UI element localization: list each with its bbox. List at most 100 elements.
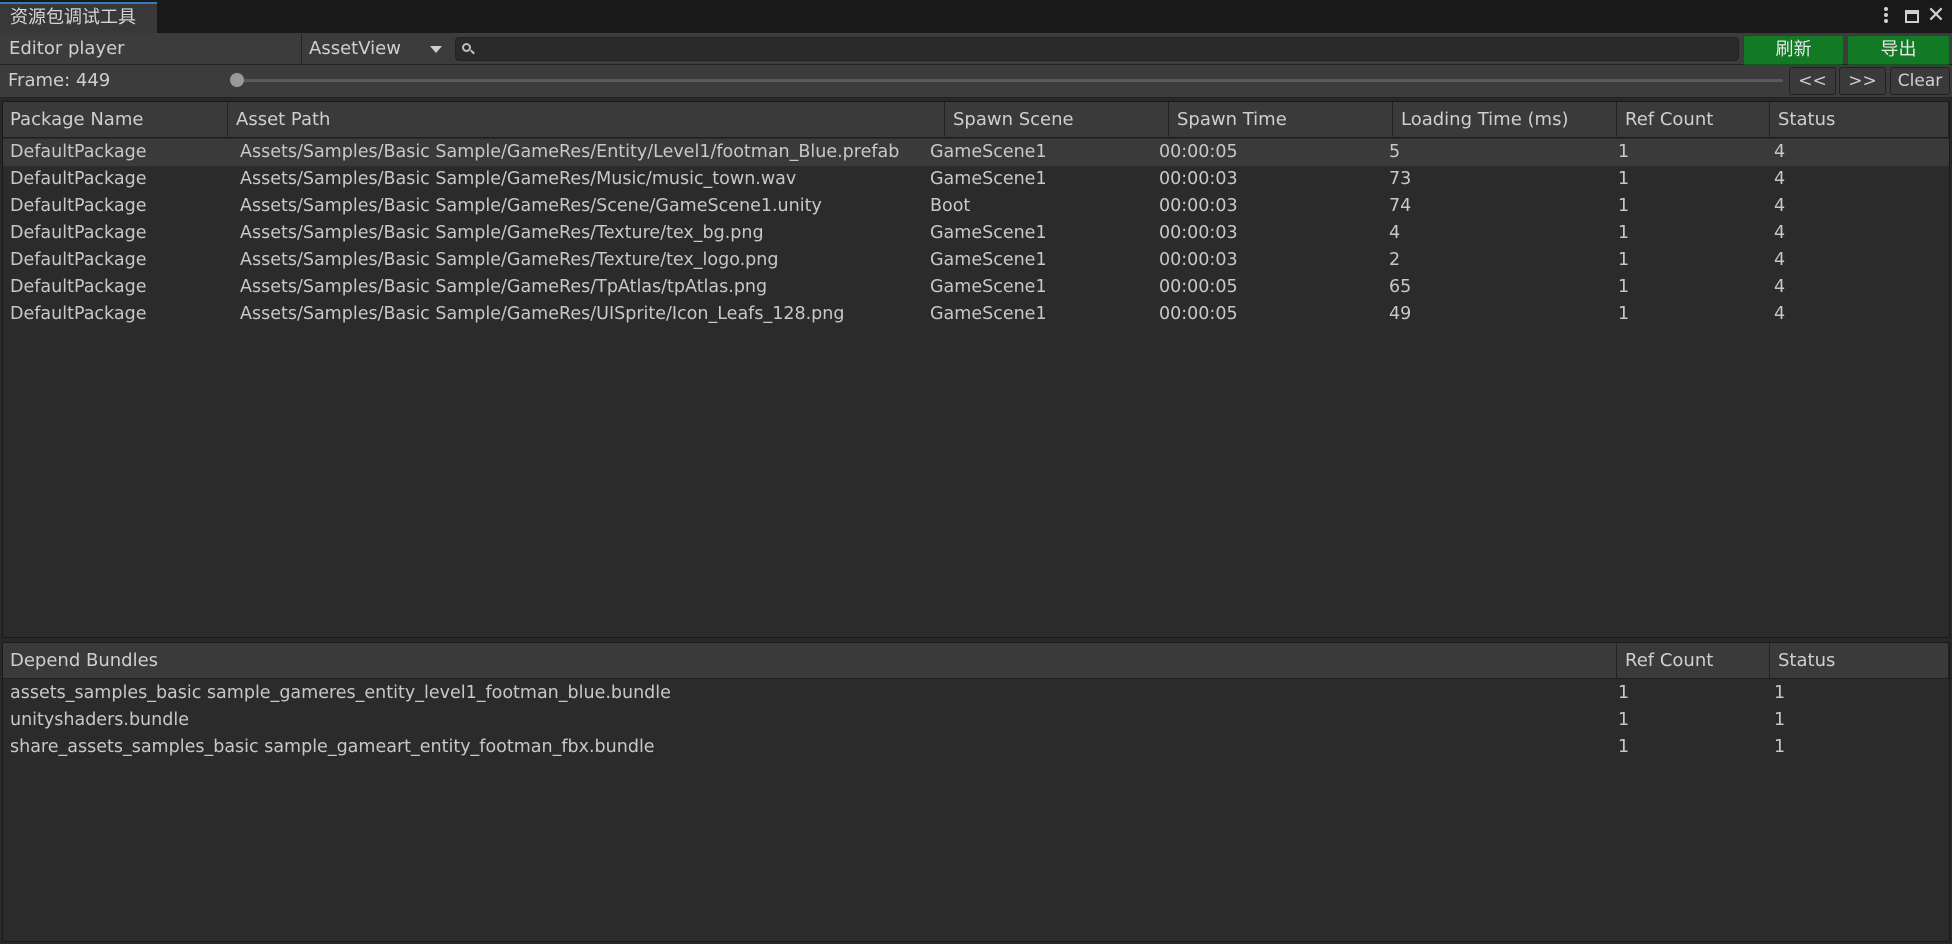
package-name-cell: DefaultPackage [10, 169, 147, 189]
column-ref-count[interactable]: Ref Count [1618, 102, 1770, 138]
spawn-time-cell: 00:00:03 [1159, 196, 1238, 216]
spawn-scene-cell: Boot [930, 196, 971, 216]
status-cell: 4 [1774, 142, 1786, 162]
ref-count-cell: 1 [1618, 223, 1630, 243]
bundle-name-cell: unityshaders.bundle [10, 710, 189, 730]
search-field[interactable] [455, 37, 1739, 61]
search-icon [462, 43, 471, 52]
column-status[interactable]: Status [1771, 102, 1949, 138]
export-button[interactable]: 导出 [1847, 35, 1950, 65]
chevron-down-icon [430, 46, 442, 53]
window-tab[interactable]: 资源包调试工具 [0, 2, 157, 33]
table-row[interactable]: DefaultPackage Assets/Samples/Basic Samp… [3, 139, 1949, 166]
loading-time-cell: 65 [1389, 277, 1412, 297]
frame-slider-handle[interactable] [230, 73, 244, 87]
loading-time-cell: 5 [1389, 142, 1401, 162]
column-ref-count[interactable]: Ref Count [1618, 643, 1770, 679]
spawn-scene-cell: GameScene1 [930, 223, 1047, 243]
bundle-name-cell: assets_samples_basic sample_gameres_enti… [10, 683, 671, 703]
status-cell: 1 [1774, 710, 1786, 730]
asset-path-cell: Assets/Samples/Basic Sample/GameRes/Text… [240, 250, 779, 270]
table-row[interactable]: DefaultPackage Assets/Samples/Basic Samp… [3, 220, 1949, 247]
asset-table: Package Name Asset Path Spawn Scene Spaw… [2, 101, 1950, 638]
column-asset-path[interactable]: Asset Path [229, 102, 945, 138]
table-row[interactable]: DefaultPackage Assets/Samples/Basic Samp… [3, 301, 1949, 328]
next-frame-button[interactable]: >> [1839, 67, 1886, 95]
spawn-time-cell: 00:00:05 [1159, 304, 1238, 324]
ref-count-cell: 1 [1618, 250, 1630, 270]
ref-count-cell: 1 [1618, 737, 1630, 757]
spawn-scene-cell: GameScene1 [930, 169, 1047, 189]
main-toolbar: Editor player AssetView 刷新 导出 [0, 33, 1952, 65]
search-input[interactable] [478, 38, 1733, 60]
spawn-time-cell: 00:00:05 [1159, 142, 1238, 162]
asset-table-header: Package Name Asset Path Spawn Scene Spaw… [3, 102, 1949, 138]
bundle-name-cell: share_assets_samples_basic sample_gamear… [10, 737, 655, 757]
spawn-scene-cell: GameScene1 [930, 304, 1047, 324]
spawn-scene-cell: GameScene1 [930, 142, 1047, 162]
ref-count-cell: 1 [1618, 683, 1630, 703]
view-mode-value: AssetView [309, 38, 401, 59]
package-name-cell: DefaultPackage [10, 304, 147, 324]
ref-count-cell: 1 [1618, 304, 1630, 324]
close-icon[interactable]: ✕ [1926, 5, 1946, 27]
package-name-cell: DefaultPackage [10, 223, 147, 243]
table-row[interactable]: assets_samples_basic sample_gameres_enti… [3, 680, 1949, 707]
bundles-table-header: Depend Bundles Ref Count Status [3, 643, 1949, 679]
column-spawn-time[interactable]: Spawn Time [1170, 102, 1393, 138]
table-row[interactable]: DefaultPackage Assets/Samples/Basic Samp… [3, 274, 1949, 301]
clear-button[interactable]: Clear [1890, 67, 1950, 95]
spawn-time-cell: 00:00:03 [1159, 169, 1238, 189]
view-mode-dropdown[interactable]: AssetView [301, 34, 451, 64]
column-loading-time[interactable]: Loading Time (ms) [1394, 102, 1617, 138]
refresh-button[interactable]: 刷新 [1743, 35, 1844, 65]
status-cell: 4 [1774, 196, 1786, 216]
status-cell: 1 [1774, 737, 1786, 757]
status-cell: 4 [1774, 250, 1786, 270]
loading-time-cell: 2 [1389, 250, 1401, 270]
package-name-cell: DefaultPackage [10, 277, 147, 297]
ref-count-cell: 1 [1618, 710, 1630, 730]
package-name-cell: DefaultPackage [10, 196, 147, 216]
asset-path-cell: Assets/Samples/Basic Sample/GameRes/UISp… [240, 304, 845, 324]
asset-path-cell: Assets/Samples/Basic Sample/GameRes/Musi… [240, 169, 797, 189]
ref-count-cell: 1 [1618, 277, 1630, 297]
previous-frame-button[interactable]: << [1789, 67, 1836, 95]
spawn-time-cell: 00:00:03 [1159, 250, 1238, 270]
asset-path-cell: Assets/Samples/Basic Sample/GameRes/Scen… [240, 196, 822, 216]
package-name-cell: DefaultPackage [10, 142, 147, 162]
frame-slider-track[interactable] [237, 79, 1783, 82]
asset-path-cell: Assets/Samples/Basic Sample/GameRes/Text… [240, 223, 764, 243]
frame-label: Frame: 449 [8, 70, 111, 91]
tab-bar: 资源包调试工具 ✕ [0, 0, 1952, 33]
package-name-cell: DefaultPackage [10, 250, 147, 270]
spawn-scene-cell: GameScene1 [930, 250, 1047, 270]
spawn-time-cell: 00:00:05 [1159, 277, 1238, 297]
asset-path-cell: Assets/Samples/Basic Sample/GameRes/Enti… [240, 142, 900, 162]
table-row[interactable]: DefaultPackage Assets/Samples/Basic Samp… [3, 247, 1949, 274]
column-package-name[interactable]: Package Name [3, 102, 228, 138]
spawn-scene-cell: GameScene1 [930, 277, 1047, 297]
asset-path-cell: Assets/Samples/Basic Sample/GameRes/TpAt… [240, 277, 768, 297]
ref-count-cell: 1 [1618, 142, 1630, 162]
loading-time-cell: 49 [1389, 304, 1412, 324]
column-status[interactable]: Status [1771, 643, 1949, 679]
table-row[interactable]: share_assets_samples_basic sample_gamear… [3, 734, 1949, 761]
table-row[interactable]: unityshaders.bundle 1 1 [3, 707, 1949, 734]
player-mode-label: Editor player [9, 38, 125, 59]
status-cell: 4 [1774, 223, 1786, 243]
loading-time-cell: 74 [1389, 196, 1412, 216]
depend-bundles-table: Depend Bundles Ref Count Status assets_s… [2, 642, 1950, 942]
frame-toolbar: Frame: 449 << >> Clear [0, 65, 1952, 98]
asset-debugger-window: 资源包调试工具 ✕ Editor player AssetView 刷新 导出 … [0, 0, 1952, 944]
loading-time-cell: 73 [1389, 169, 1412, 189]
loading-time-cell: 4 [1389, 223, 1401, 243]
status-cell: 4 [1774, 304, 1786, 324]
table-row[interactable]: DefaultPackage Assets/Samples/Basic Samp… [3, 166, 1949, 193]
table-row[interactable]: DefaultPackage Assets/Samples/Basic Samp… [3, 193, 1949, 220]
column-depend-bundles[interactable]: Depend Bundles [3, 643, 1617, 679]
column-spawn-scene[interactable]: Spawn Scene [946, 102, 1169, 138]
maximize-icon[interactable] [1902, 5, 1922, 27]
ref-count-cell: 1 [1618, 196, 1630, 216]
more-options-icon[interactable] [1876, 5, 1896, 27]
